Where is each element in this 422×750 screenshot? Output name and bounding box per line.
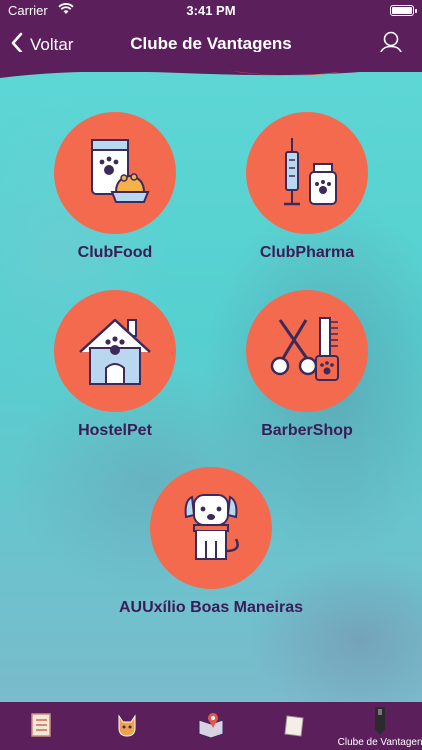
tab-label: Clube de Vantagens (337, 737, 422, 748)
tab-map-book[interactable] (169, 702, 253, 750)
grooming-scissors-icon (270, 317, 339, 381)
tab-checklist[interactable] (0, 702, 84, 750)
dog-training-icon (184, 494, 239, 560)
checklist-icon (31, 713, 51, 737)
tab-bar: Clube de Vantagens (0, 702, 422, 750)
pet-food-icon (91, 139, 150, 203)
tile-circle (246, 112, 368, 234)
cat-icon (118, 714, 136, 737)
clock-time: 3:41 PM (186, 3, 236, 18)
navbar-curve (0, 52, 422, 78)
tab-clube-de-vantagens[interactable]: Clube de Vantagens (338, 702, 422, 750)
note-icon (284, 715, 304, 737)
pet-house-icon (79, 318, 151, 385)
tile-label: AUUxílio Boas Maneiras (118, 599, 304, 616)
tile-circle (150, 467, 272, 589)
pet-medicine-icon (284, 138, 337, 206)
tile-barbershop[interactable]: BarberShop (227, 290, 387, 440)
tab-cat[interactable] (84, 702, 168, 750)
tile-label: BarberShop (261, 422, 353, 439)
tile-circle (246, 290, 368, 412)
tile-auuxilio-boas-maneiras[interactable]: AUUxílio Boas Maneiras (119, 467, 303, 617)
tile-label: ClubPharma (259, 244, 355, 261)
tile-hostelpet[interactable]: HostelPet (35, 290, 195, 440)
tile-circle (54, 112, 176, 234)
tile-clubpharma[interactable]: ClubPharma (227, 112, 387, 262)
page-title: Clube de Vantagens (130, 34, 292, 53)
battery-icon (390, 5, 417, 16)
membership-icon (374, 707, 385, 735)
tile-label: ClubFood (77, 244, 153, 261)
tile-clubfood[interactable]: ClubFood (35, 112, 195, 262)
tab-note[interactable] (253, 702, 337, 750)
map-book-icon (198, 713, 224, 739)
status-bar: Carrier 3:41 PM (0, 0, 422, 22)
tile-circle (54, 290, 176, 412)
tile-label: HostelPet (78, 422, 152, 439)
